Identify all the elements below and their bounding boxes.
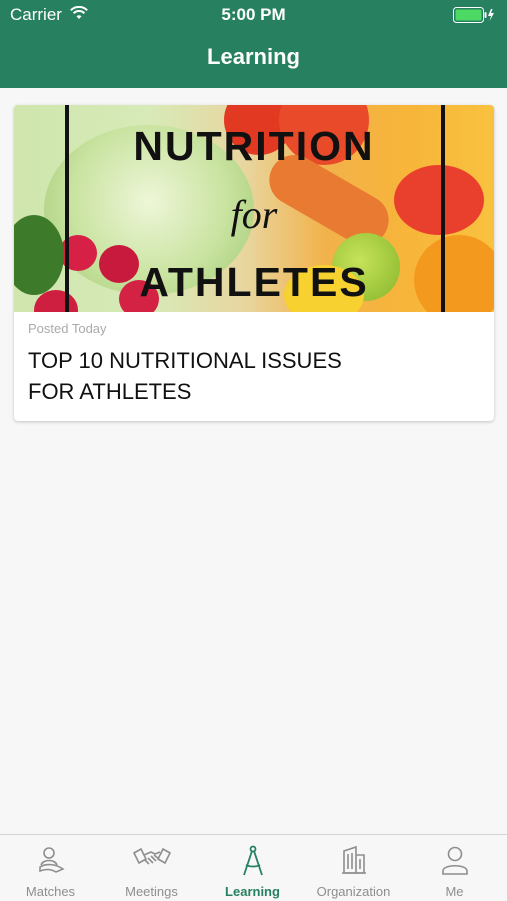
post-date: Posted Today — [28, 321, 107, 336]
post-title: TOP 10 NUTRITIONAL ISSUES FOR ATHLETES — [28, 345, 428, 407]
tab-organization[interactable]: Organization — [303, 835, 404, 901]
tab-matches[interactable]: Matches — [0, 835, 101, 901]
hero-text-for: for — [230, 192, 278, 237]
tab-label: Organization — [316, 884, 391, 899]
tab-me[interactable]: Me — [404, 835, 505, 901]
matches-icon — [36, 845, 66, 880]
page-title: Learning — [207, 44, 300, 69]
building-icon — [340, 845, 368, 880]
post-hero-image: NUTRITION for ATHLETES — [14, 105, 494, 312]
tab-learning[interactable]: Learning — [202, 835, 303, 901]
tab-meetings[interactable]: Meetings — [101, 835, 202, 901]
tab-label: Meetings — [125, 884, 178, 899]
compass-icon — [240, 845, 266, 882]
post-title-line: FOR ATHLETES — [28, 379, 192, 404]
tab-bar: Matches Meetings Learning Organization M… — [0, 834, 507, 901]
hero-text-athletes: ATHLETES — [139, 259, 369, 305]
tab-label: Me — [445, 884, 464, 899]
hero-text-nutrition: NUTRITION — [133, 123, 375, 169]
tab-label: Matches — [25, 884, 76, 899]
header: Carrier 5:00 PM Learning — [0, 0, 507, 88]
post-title-line: TOP 10 NUTRITIONAL ISSUES — [28, 348, 342, 373]
status-bar: Carrier 5:00 PM — [0, 0, 507, 30]
status-time: 5:00 PM — [221, 5, 286, 24]
learning-post-card[interactable]: NUTRITION for ATHLETES Posted Today TOP … — [14, 105, 494, 421]
battery-icon — [453, 7, 495, 23]
person-icon — [441, 845, 469, 880]
tab-label: Learning — [225, 884, 280, 899]
handshake-icon — [132, 845, 172, 880]
